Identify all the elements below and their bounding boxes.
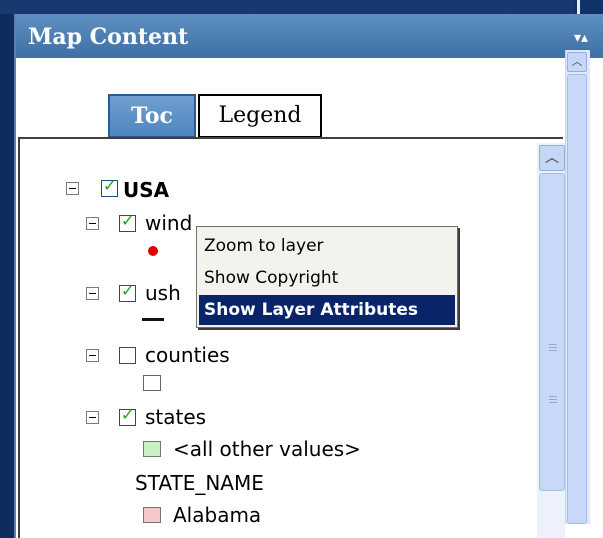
legend-field-name: STATE_NAME bbox=[135, 471, 264, 495]
collapse-usa-icon[interactable] bbox=[66, 182, 79, 195]
thumb-grip bbox=[549, 347, 557, 348]
collapse-counties-icon[interactable] bbox=[86, 349, 99, 362]
menu-item-zoom-to-layer[interactable]: Zoom to layer bbox=[199, 231, 455, 261]
layer-context-menu: Zoom to layer Show Copyright Show Layer … bbox=[196, 226, 458, 328]
window-background bbox=[0, 0, 575, 14]
thumb-grip bbox=[549, 344, 557, 345]
tree-node-counties[interactable]: counties bbox=[145, 343, 230, 367]
thumb-grip bbox=[549, 399, 557, 400]
legend-other-values: <all other values> bbox=[173, 437, 361, 461]
tab-toc[interactable]: Toc bbox=[108, 94, 196, 138]
thumb-grip bbox=[549, 350, 557, 351]
toc-scroll-thumb[interactable] bbox=[539, 173, 565, 491]
legend-alabama: Alabama bbox=[173, 503, 262, 527]
menu-item-show-layer-attributes[interactable]: Show Layer Attributes bbox=[199, 295, 455, 325]
toc-tree-area bbox=[18, 137, 563, 538]
menu-item-show-copyright[interactable]: Show Copyright bbox=[199, 263, 455, 293]
tab-legend[interactable]: Legend bbox=[198, 94, 322, 138]
other-values-swatch bbox=[143, 441, 161, 457]
wind-checkbox[interactable]: ✓ bbox=[119, 212, 136, 232]
empty-box-icon bbox=[143, 375, 161, 391]
alabama-swatch bbox=[143, 507, 161, 523]
usa-checkbox[interactable]: ✓ bbox=[101, 177, 118, 197]
collapse-ush-icon[interactable] bbox=[86, 287, 99, 300]
thumb-grip bbox=[549, 402, 557, 403]
panel-titlebar: Map Content ▾▴ bbox=[16, 14, 603, 58]
ush-checkbox[interactable]: ✓ bbox=[119, 282, 136, 302]
tree-node-ush[interactable]: ush bbox=[145, 281, 181, 305]
panel-scroll-up-icon[interactable]: ︿ bbox=[567, 52, 587, 72]
toc-scroll-up-icon[interactable]: ︿ bbox=[539, 145, 565, 171]
black-line-icon bbox=[142, 318, 164, 321]
panel-title: Map Content bbox=[28, 24, 189, 50]
collapse-icon[interactable]: ▾▴ bbox=[574, 30, 600, 50]
collapse-states-icon[interactable] bbox=[86, 411, 99, 424]
collapse-wind-icon[interactable] bbox=[86, 217, 99, 230]
panel-scroll-thumb[interactable] bbox=[567, 74, 587, 524]
counties-checkbox[interactable] bbox=[119, 347, 136, 364]
tree-node-usa[interactable]: USA bbox=[123, 178, 169, 202]
states-checkbox[interactable]: ✓ bbox=[119, 406, 136, 426]
tree-node-states[interactable]: states bbox=[145, 405, 206, 429]
red-point-icon bbox=[148, 246, 158, 256]
thumb-grip bbox=[549, 396, 557, 397]
tree-node-wind[interactable]: wind bbox=[145, 211, 192, 235]
